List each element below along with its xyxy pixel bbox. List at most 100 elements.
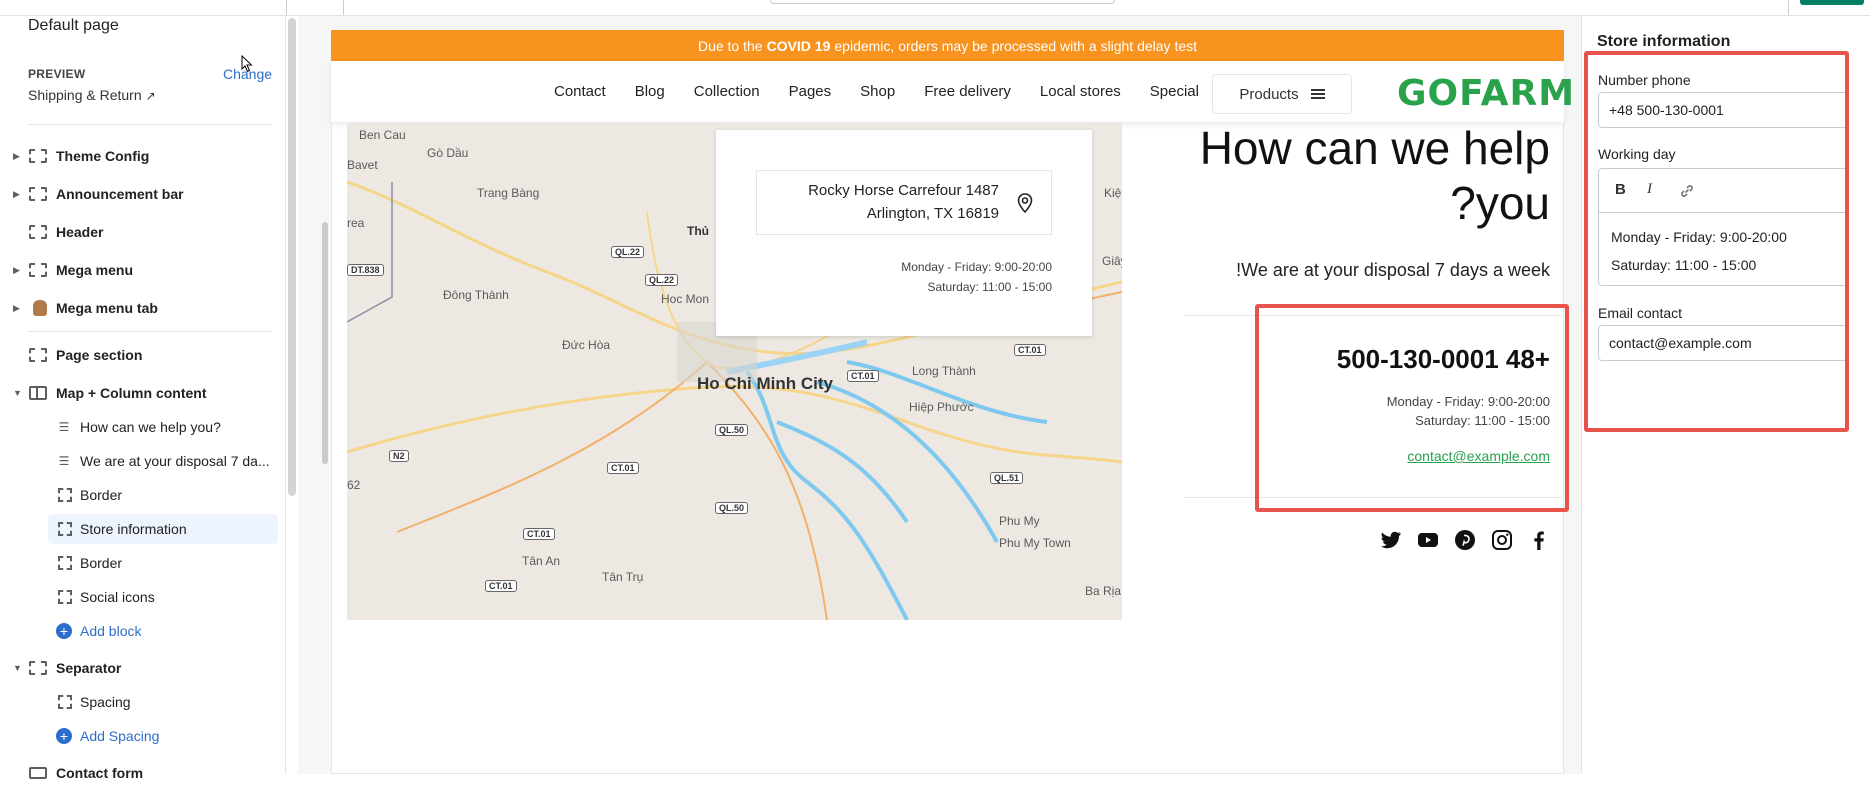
top-toolbar [0, 0, 1870, 16]
road-shield: QL.22 [645, 274, 679, 286]
section-page-section[interactable]: Page section [0, 340, 280, 370]
road-shield: QL.22 [611, 246, 645, 258]
map-label: rea [347, 216, 365, 230]
map-card-hours-saturday: Saturday: 11:00 - 15:00 [927, 280, 1052, 294]
section-mega-menu[interactable]: ▶ Mega menu [0, 255, 280, 285]
address-line-1: Rocky Horse Carrefour 1487 [808, 182, 999, 199]
nav-link-contact[interactable]: Contact [554, 83, 606, 100]
toolbar-divider [343, 0, 344, 15]
block-social-icons[interactable]: Social icons [48, 582, 278, 612]
page-selector[interactable] [770, 0, 1115, 4]
nav-link-shop[interactable]: Shop [860, 83, 895, 100]
section-label: Separator [56, 660, 122, 676]
announcement-text: Due to the [697, 37, 763, 54]
youtube-icon[interactable] [1416, 528, 1440, 552]
road-shield: CT.01 [847, 370, 879, 382]
external-link-icon: ↗ [145, 89, 156, 103]
road-shield: QL.50 [715, 424, 749, 436]
add-block-label: Add block [80, 623, 142, 639]
nav-link-free-delivery[interactable]: Free delivery [924, 83, 1011, 100]
map-label: Hoc Mon [661, 292, 710, 306]
add-block-button[interactable]: + Add block [48, 616, 278, 646]
section-map-column-content[interactable]: ▼ Map + Column content [0, 378, 280, 408]
products-label: Products [1239, 85, 1299, 103]
nav-link-special[interactable]: Special [1150, 83, 1199, 100]
twitter-icon[interactable] [1379, 528, 1403, 552]
section-icon [29, 225, 47, 239]
block-text[interactable]: ☰ We are at your disposal 7 da... [48, 446, 278, 476]
map-label: Ben Cau [359, 128, 406, 142]
section-label: Theme Config [56, 148, 150, 164]
nav-link-pages[interactable]: Pages [789, 83, 832, 100]
address-line-2: Arlington, TX 16819 [866, 205, 999, 222]
announcement-bar: Due to the COVID 19 epidemic, orders may… [331, 30, 1564, 61]
map-label: Ba Rịa [1085, 584, 1122, 598]
section-theme-config[interactable]: ▶ Theme Config [0, 141, 280, 171]
divider [28, 124, 271, 125]
sidebar-title: Default page [28, 17, 119, 34]
nav-link-local-stores[interactable]: Local stores [1040, 83, 1121, 100]
road-shield: QL.51 [990, 472, 1024, 484]
heading-line: ?you [1450, 177, 1550, 229]
instagram-icon[interactable] [1490, 528, 1514, 552]
section-label: Map + Column content [56, 385, 207, 401]
preview-page-label: Shipping & Return [28, 87, 142, 103]
road-shield: DT.838 [347, 264, 384, 276]
highlight-box [1584, 51, 1849, 432]
map-label: Hiệp Phước [909, 400, 974, 414]
section-label: Page section [56, 347, 143, 363]
block-spacing[interactable]: Spacing [48, 687, 278, 717]
section-mega-menu-tab[interactable]: ▶ Mega menu tab [0, 293, 280, 323]
products-menu-button[interactable]: Products [1212, 74, 1352, 114]
nav-link-collection[interactable]: Collection [694, 83, 760, 100]
block-text[interactable]: ☰ How can we help you? [48, 412, 278, 442]
road-shield: CT.01 [485, 580, 517, 592]
caret-right-icon[interactable]: ▶ [13, 189, 20, 200]
block-border[interactable]: Border [48, 548, 278, 578]
road-shield: QL.50 [715, 502, 749, 514]
map-label: Phu My Town [999, 536, 1071, 550]
section-icon [29, 263, 47, 277]
section-icon [29, 661, 47, 675]
plus-circle-icon: + [56, 728, 72, 744]
toolbar-divider [1788, 0, 1789, 15]
caret-down-icon[interactable]: ▼ [13, 663, 22, 673]
announcement-bold: COVID 19 [766, 37, 831, 54]
caret-down-icon[interactable]: ▼ [13, 388, 22, 398]
map-label: Kiệt [1104, 186, 1122, 200]
nav-link-blog[interactable]: Blog [635, 83, 665, 100]
frame-icon [58, 695, 72, 709]
add-spacing-button[interactable]: + Add Spacing [48, 721, 278, 751]
columns-icon [29, 386, 47, 400]
section-announcement-bar[interactable]: ▶ Announcement bar [0, 179, 280, 209]
caret-right-icon[interactable]: ▶ [13, 265, 20, 276]
store-logo[interactable]: GOFARM [1397, 73, 1575, 114]
caret-right-icon[interactable]: ▶ [13, 303, 20, 314]
text-icon: ☰ [58, 454, 70, 468]
nav-links: Contact Blog Collection Pages Shop Free … [554, 61, 1228, 122]
image-icon [33, 300, 47, 316]
caret-right-icon[interactable]: ▶ [13, 151, 20, 162]
preview-page-link[interactable]: Shipping & Return ↗ [28, 87, 156, 103]
map-label: Giây [1102, 254, 1122, 268]
pinterest-icon[interactable] [1453, 528, 1477, 552]
highlight-box [1255, 304, 1569, 512]
section-separator[interactable]: ▼ Separator [0, 653, 280, 683]
section-contact-form[interactable]: Contact form [0, 758, 280, 788]
preview-scrollbar[interactable] [322, 222, 328, 464]
panel-title: Store information [1597, 33, 1731, 50]
block-store-information[interactable]: Store information [48, 514, 278, 544]
frame-icon [58, 590, 72, 604]
contact-subheading: !We are at your disposal 7 days a week [1236, 260, 1550, 280]
sidebar-scrollbar[interactable] [288, 18, 296, 496]
section-header[interactable]: Header [0, 217, 280, 247]
save-button[interactable] [1800, 0, 1864, 5]
block-label: Social icons [80, 589, 155, 605]
location-pin-icon [1017, 193, 1033, 213]
divider [28, 331, 271, 332]
facebook-icon[interactable] [1527, 528, 1551, 552]
map-label: 62 [347, 478, 361, 492]
hamburger-icon [1310, 89, 1325, 99]
road-shield: CT.01 [523, 528, 555, 540]
block-border[interactable]: Border [48, 480, 278, 510]
